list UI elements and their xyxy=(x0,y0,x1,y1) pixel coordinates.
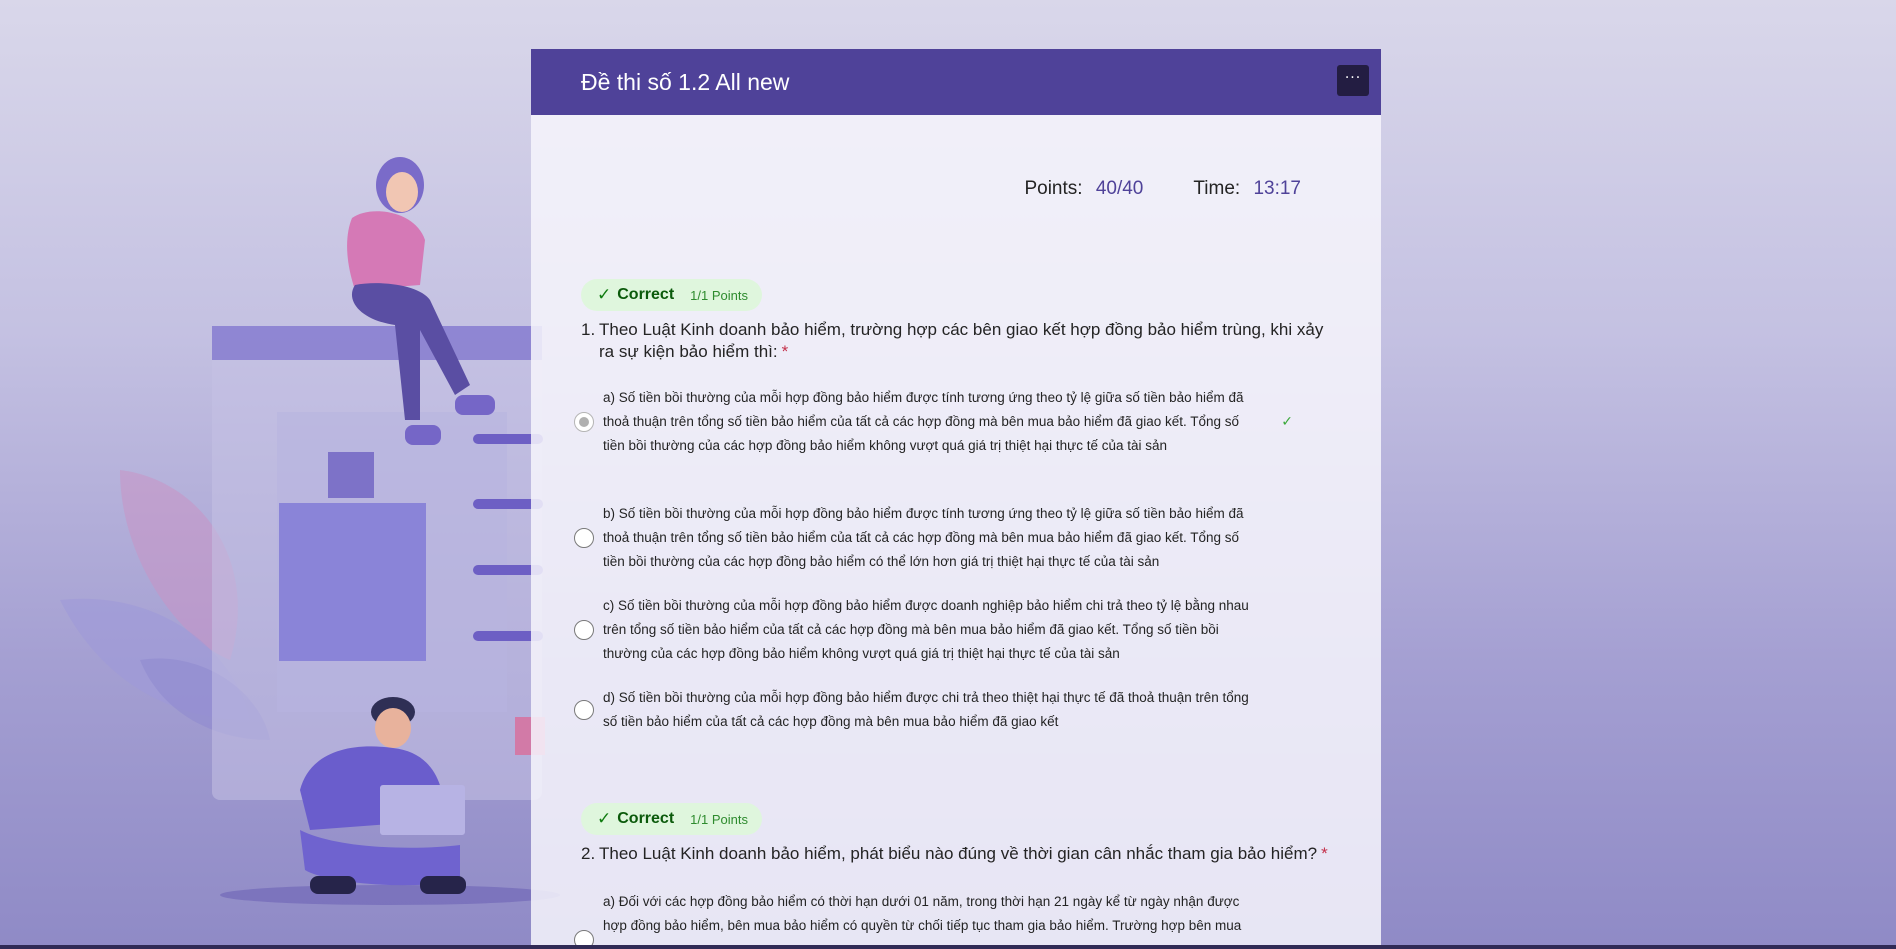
woman-face xyxy=(386,172,418,212)
man-shoe-2 xyxy=(420,876,466,894)
option-text: d) Số tiền bồi thường của mỗi hợp đồng b… xyxy=(603,690,1249,729)
form-card: Đề thi số 1.2 All new ··· Points: 40/40 … xyxy=(531,49,1381,945)
taskbar-edge xyxy=(0,945,1896,949)
page-inner xyxy=(277,412,507,712)
man-hair xyxy=(371,697,415,727)
option-text: a) Đối với các hợp đồng bảo hiểm có thời… xyxy=(603,894,1242,933)
man-shoe-1 xyxy=(310,876,356,894)
man-face xyxy=(375,708,411,748)
woman-shoe-1 xyxy=(455,395,495,415)
question-text: 2. Theo Luật Kinh doanh bảo hiểm, phát b… xyxy=(581,843,1341,865)
required-mark: * xyxy=(781,342,789,361)
points-label: Points: xyxy=(1024,178,1083,199)
check-icon: ✓ xyxy=(597,285,612,304)
woman-legs xyxy=(351,283,470,420)
leaf-pink xyxy=(120,470,238,660)
image-block xyxy=(328,452,374,498)
radio-button[interactable] xyxy=(574,930,594,945)
form-header: Đề thi số 1.2 All new ··· xyxy=(531,49,1381,115)
page-topbar xyxy=(212,326,542,360)
laptop xyxy=(380,785,465,835)
question-1: ✓ Correct 1/1 Points 1. Theo Luật Kinh d… xyxy=(581,279,1341,363)
image-block-large xyxy=(279,503,426,661)
time-stat: Time: 13:17 xyxy=(1193,178,1301,200)
question-number: 2. xyxy=(581,844,596,863)
badge-status: Correct xyxy=(617,810,675,827)
time-label: Time: xyxy=(1193,178,1241,199)
leaf-blue-2 xyxy=(140,658,270,740)
time-value: 13:17 xyxy=(1253,178,1301,199)
points-stat: Points: 40/40 xyxy=(1024,178,1143,200)
correct-badge: ✓ Correct 1/1 Points xyxy=(581,279,762,311)
badge-points: 1/1 Points xyxy=(690,287,748,303)
points-value: 40/40 xyxy=(1095,178,1144,199)
option-text: b) Số tiền bồi thường của mỗi hợp đồng b… xyxy=(603,506,1244,569)
man-body xyxy=(300,746,445,830)
form-title: Đề thi số 1.2 All new xyxy=(581,69,790,95)
question-number: 1. xyxy=(581,320,596,339)
question-2: ✓ Correct 1/1 Points 2. Theo Luật Kinh d… xyxy=(581,803,1341,865)
woman-top xyxy=(347,211,425,290)
radio-button[interactable] xyxy=(574,700,594,720)
page-frame xyxy=(212,326,542,800)
radio-button-selected[interactable] xyxy=(574,412,594,432)
option-text: c) Số tiền bồi thường của mỗi hợp đồng b… xyxy=(603,598,1249,661)
check-icon: ✓ xyxy=(597,809,612,828)
correct-badge: ✓ Correct 1/1 Points xyxy=(581,803,762,835)
option-2a[interactable]: a) Đối với các hợp đồng bảo hiểm có thời… xyxy=(574,890,1263,945)
woman-shoe-2 xyxy=(405,425,441,445)
woman-hair xyxy=(376,157,424,213)
option-1a[interactable]: a) Số tiền bồi thường của mỗi hợp đồng b… xyxy=(574,386,1293,458)
option-1d[interactable]: d) Số tiền bồi thường của mỗi hợp đồng b… xyxy=(574,686,1263,734)
man-legs xyxy=(300,830,460,886)
radio-button[interactable] xyxy=(574,528,594,548)
required-mark: * xyxy=(1321,844,1328,863)
more-options-button[interactable]: ··· xyxy=(1337,65,1369,96)
option-1b[interactable]: b) Số tiền bồi thường của mỗi hợp đồng b… xyxy=(574,502,1263,574)
floor-shadow xyxy=(220,885,560,905)
leaf-blue xyxy=(60,598,250,720)
question-text: 1. Theo Luật Kinh doanh bảo hiểm, trường… xyxy=(581,319,1341,363)
question-body: Theo Luật Kinh doanh bảo hiểm, trường hợ… xyxy=(599,320,1324,361)
score-summary: Points: 40/40 Time: 13:17 xyxy=(1024,178,1301,200)
radio-button[interactable] xyxy=(574,620,594,640)
badge-status: Correct xyxy=(617,286,675,303)
question-body: Theo Luật Kinh doanh bảo hiểm, phát biểu… xyxy=(599,844,1318,863)
option-1c[interactable]: c) Số tiền bồi thường của mỗi hợp đồng b… xyxy=(574,594,1263,666)
correct-check-icon: ✓ xyxy=(1281,414,1293,430)
option-text: a) Số tiền bồi thường của mỗi hợp đồng b… xyxy=(603,390,1244,453)
badge-points: 1/1 Points xyxy=(690,811,748,827)
